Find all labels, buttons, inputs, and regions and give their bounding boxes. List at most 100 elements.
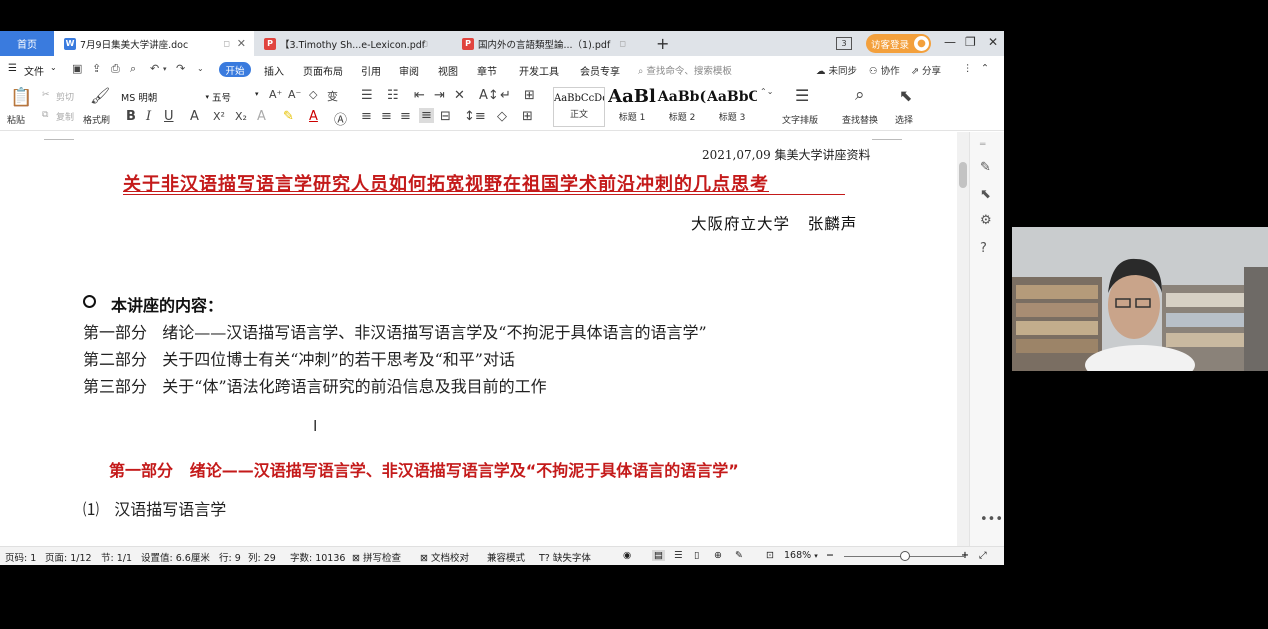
line-spacing-icon[interactable]: ↕≡	[464, 109, 486, 124]
tab-pdf-typology[interactable]: P 国内外の言語類型論...（1).pdf ◻	[452, 31, 650, 56]
align-right-icon[interactable]: ≡	[400, 109, 411, 124]
spell-check-button[interactable]: ⊠ 拼写检查	[352, 550, 401, 564]
copy-icon[interactable]: ⧉	[42, 110, 48, 120]
vertical-scrollbar[interactable]	[957, 132, 969, 547]
home-tab[interactable]: 首页	[0, 31, 54, 56]
show-marks-icon[interactable]: ↵	[500, 88, 511, 103]
highlight-icon[interactable]: ✎	[283, 109, 294, 124]
status-page-code[interactable]: 页码: 1	[5, 550, 36, 564]
zoom-select[interactable]: 168% ▾	[784, 550, 818, 561]
chevron-down-icon[interactable]: ⌄	[50, 63, 57, 72]
numbered-list-icon[interactable]: ☷	[387, 88, 399, 103]
pin-icon[interactable]: ◻	[421, 39, 428, 48]
export-icon[interactable]: ⇪	[92, 62, 101, 75]
bold-icon[interactable]: B	[126, 109, 136, 124]
copy-button[interactable]: 复制	[56, 110, 74, 123]
grow-font-icon[interactable]: A⁺	[269, 88, 282, 101]
distributed-icon[interactable]: ⊟	[440, 109, 451, 124]
help-icon[interactable]: ?	[980, 241, 987, 256]
pointer-icon[interactable]: ⬉	[980, 187, 991, 202]
write-mode-icon[interactable]: ✎	[735, 550, 743, 561]
justify-icon[interactable]: ≡	[419, 108, 434, 123]
status-setting[interactable]: 设置值: 6.6厘米	[141, 550, 210, 564]
zoom-slider-knob[interactable]	[900, 551, 910, 561]
doc-proof-button[interactable]: ⊠ 文档校对	[420, 550, 469, 564]
format-painter-icon[interactable]: 🖌	[90, 86, 110, 105]
increase-indent-icon[interactable]: ⇥	[434, 88, 445, 103]
status-page[interactable]: 页面: 1/12	[45, 550, 92, 564]
eye-protect-icon[interactable]: ◉	[623, 550, 631, 561]
web-view-icon[interactable]: ⊕	[714, 550, 722, 561]
redo-icon[interactable]: ↷	[176, 62, 185, 75]
shading-icon[interactable]: ◇	[497, 109, 507, 124]
subscript-icon[interactable]: X₂	[235, 110, 247, 123]
share-button[interactable]: ⇗ 分享	[911, 63, 941, 77]
style-heading-2[interactable]: AaBb( 标题 2	[657, 87, 707, 127]
ruler-icon[interactable]: ⊞	[524, 88, 535, 103]
paste-button[interactable]: 粘贴	[7, 113, 25, 126]
find-replace-button[interactable]: 查找替换	[842, 113, 878, 126]
text-effect-icon[interactable]: A	[257, 109, 266, 124]
text-direction-icon[interactable]: A↕	[479, 88, 499, 103]
styles-more-icon[interactable]: ⌃⌄	[760, 87, 773, 96]
document-canvas[interactable]: 2021,07,09 集美大学讲座资料 关于非汉语描写语言学研究人员如何拓宽视野…	[0, 132, 957, 547]
panel-handle-icon[interactable]: ═	[980, 140, 985, 150]
collapse-ribbon-icon[interactable]: ⌃	[981, 63, 989, 74]
print-preview-icon[interactable]: ⌕	[130, 62, 136, 76]
status-words[interactable]: 字数: 10136	[290, 550, 345, 564]
clear-format-icon[interactable]: ◇	[309, 88, 317, 101]
font-name-select[interactable]: MS 明朝 ▾	[121, 90, 209, 104]
borders-icon[interactable]: ⊞	[522, 109, 533, 124]
fit-width-icon[interactable]: ⊡	[766, 550, 774, 561]
menu-member[interactable]: 会员专享	[580, 63, 620, 78]
style-normal[interactable]: AaBbCcDd 正文	[553, 87, 605, 127]
zoom-in-icon[interactable]: +	[961, 550, 969, 561]
menu-view[interactable]: 视图	[438, 63, 458, 78]
fullscreen-icon[interactable]: ⤢	[979, 550, 987, 561]
undo-dropdown-icon[interactable]: ▾	[163, 65, 167, 73]
save-icon[interactable]: ▣	[72, 62, 82, 75]
settings-sliders-icon[interactable]: ⚙	[980, 213, 992, 228]
select-button[interactable]: 选择	[895, 113, 913, 126]
read-view-icon[interactable]: ▯	[694, 550, 699, 561]
close-tab-icon[interactable]: ✕	[237, 37, 246, 50]
find-icon[interactable]: ⌕	[855, 85, 865, 105]
print-icon[interactable]: ⎙	[111, 62, 120, 76]
outline-view-icon[interactable]: ☰	[674, 550, 683, 561]
status-section[interactable]: 节: 1/1	[101, 550, 132, 564]
pin-icon[interactable]: ◻	[223, 39, 230, 48]
menu-references[interactable]: 引用	[361, 63, 381, 78]
more-dots-icon[interactable]: •••	[980, 512, 1003, 527]
minimize-icon[interactable]: —	[944, 35, 956, 49]
format-painter-button[interactable]: 格式刷	[83, 113, 110, 126]
strikethrough-icon[interactable]: X²	[213, 110, 225, 123]
zoom-out-icon[interactable]: −	[826, 550, 834, 561]
edit-pen-icon[interactable]: ✎	[980, 160, 991, 175]
missing-font-button[interactable]: T? 缺失字体	[539, 550, 591, 564]
paste-icon[interactable]: 📋	[10, 87, 32, 108]
italic-icon[interactable]: I	[146, 109, 151, 124]
undo-icon[interactable]: ↶	[150, 62, 159, 75]
page-view-icon[interactable]: ▤	[652, 550, 665, 561]
menu-dev-tools[interactable]: 开发工具	[519, 63, 559, 78]
cut-button[interactable]: 剪切	[56, 90, 74, 103]
cut-icon[interactable]: ✂	[42, 90, 50, 100]
pin-icon[interactable]: ◻	[619, 39, 626, 48]
menu-page-layout[interactable]: 页面布局	[303, 63, 343, 78]
tab-pdf-timothy[interactable]: P 【3.Timothy Sh...e-Lexicon.pdf ◻	[254, 31, 452, 56]
select-cursor-icon[interactable]: ⬉	[899, 86, 912, 105]
text-layout-icon[interactable]: ☰	[795, 86, 809, 105]
chinese-layout-icon[interactable]: ✕	[454, 88, 465, 103]
collab-button[interactable]: ⚇ 协作	[869, 63, 900, 77]
shrink-font-icon[interactable]: A⁻	[288, 88, 301, 101]
menu-start[interactable]: 开始	[219, 62, 251, 77]
window-count-badge[interactable]: 3	[836, 37, 852, 50]
command-search[interactable]: ⌕ 查找命令、搜索模板	[638, 63, 732, 77]
sync-status[interactable]: ☁ 未同步	[816, 63, 857, 77]
align-left-icon[interactable]: ≡	[361, 109, 372, 124]
style-heading-1[interactable]: AaBl 标题 1	[607, 87, 657, 127]
phonetic-icon[interactable]: 变	[327, 88, 338, 104]
style-heading-3[interactable]: AaBbC 标题 3	[707, 87, 757, 127]
menu-review[interactable]: 审阅	[399, 63, 419, 78]
menu-insert[interactable]: 插入	[264, 63, 284, 78]
